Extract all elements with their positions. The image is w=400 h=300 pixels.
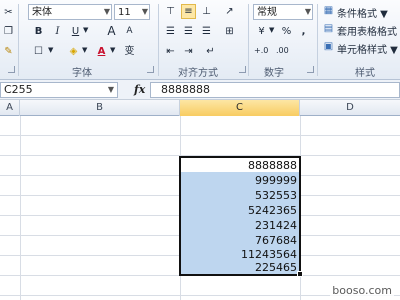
font-name-select[interactable]: 宋体 ▼	[28, 4, 112, 20]
insert-function-button[interactable]: fx	[134, 83, 145, 96]
formula-bar: C255 ▼ fx 8888888	[0, 80, 400, 100]
chevron-down-icon[interactable]: ▼	[269, 26, 274, 34]
cut-icon[interactable]: ✂	[1, 5, 16, 20]
group-label-font: 字体	[72, 68, 92, 79]
column-header-a[interactable]: A	[0, 100, 20, 116]
decrease-indent-icon[interactable]: ⇤	[163, 44, 178, 59]
fill-color-icon[interactable]: ◈	[66, 44, 81, 59]
phonetic-icon[interactable]: 变	[122, 44, 137, 59]
fill-handle[interactable]	[297, 271, 303, 277]
chevron-down-icon: ▼	[304, 7, 311, 16]
formula-input[interactable]: 8888888	[150, 82, 400, 98]
number-launcher-icon[interactable]	[307, 66, 314, 73]
cell-styles-icon: ▣	[323, 41, 334, 52]
bold-button[interactable]: B	[31, 24, 46, 39]
currency-icon[interactable]: ¥	[254, 24, 269, 39]
chevron-down-icon: ▼	[107, 85, 114, 94]
font-color-button[interactable]: A	[94, 44, 109, 59]
grid-line	[0, 135, 400, 136]
decrease-font-button[interactable]: A	[122, 24, 137, 39]
merge-center-icon[interactable]: ⊞	[222, 24, 237, 39]
clipboard-launcher-icon[interactable]	[8, 66, 15, 73]
watermark: booso.com	[330, 284, 394, 297]
copy-icon[interactable]: ❐	[1, 24, 16, 39]
number-format-select[interactable]: 常规 ▼	[253, 4, 313, 20]
border-icon[interactable]: ☐	[31, 44, 46, 59]
font-size-value: 11	[118, 7, 131, 18]
chevron-down-icon: ▼	[103, 7, 110, 16]
chevron-down-icon[interactable]: ▼	[83, 26, 88, 34]
decrease-decimal-icon[interactable]: .00	[276, 46, 289, 55]
conditional-format-label: 条件格式	[337, 9, 377, 20]
chevron-down-icon[interactable]: ▼	[48, 46, 53, 54]
conditional-format-button[interactable]: 条件格式 ▼	[337, 5, 388, 20]
group-separator	[158, 4, 159, 76]
increase-indent-icon[interactable]: ⇥	[181, 44, 196, 59]
increase-decimal-icon[interactable]: +.0	[254, 46, 268, 55]
align-middle-icon[interactable]: ≡	[181, 4, 196, 19]
increase-font-button[interactable]: A	[104, 24, 119, 39]
italic-button[interactable]: I	[50, 24, 65, 39]
comma-button[interactable]: ,	[296, 24, 311, 39]
orientation-icon[interactable]: ↗	[222, 4, 237, 19]
column-header-b[interactable]: B	[20, 100, 180, 116]
group-label-alignment: 对齐方式	[178, 68, 218, 79]
percent-button[interactable]: %	[279, 24, 294, 39]
underline-button[interactable]: U	[68, 24, 83, 39]
column-headers: A B C D	[0, 100, 400, 116]
number-format-value: 常规	[257, 7, 277, 18]
alignment-launcher-icon[interactable]	[239, 66, 246, 73]
align-left-icon[interactable]: ☰	[163, 24, 178, 39]
align-bottom-icon[interactable]: ⊥	[199, 4, 214, 19]
font-size-select[interactable]: 11 ▼	[114, 4, 150, 20]
table-format-button[interactable]: 套用表格格式	[337, 23, 397, 38]
align-top-icon[interactable]: ⊤	[163, 4, 178, 19]
table-format-icon: ▤	[323, 23, 334, 34]
cell-styles-button[interactable]: 单元格样式 ▼	[337, 41, 398, 56]
ribbon: ✂ ❐ ✎ 宋体 ▼ 11 ▼ B I U ▼ A A ☐ ▼ ◈ ▼ A ▼ …	[0, 0, 400, 80]
group-label-styles: 样式	[355, 68, 375, 79]
grid-line	[20, 116, 21, 300]
font-launcher-icon[interactable]	[147, 66, 154, 73]
align-right-icon[interactable]: ☰	[199, 24, 214, 39]
group-separator	[18, 4, 19, 76]
chevron-down-icon[interactable]: ▼	[110, 46, 115, 54]
align-center-icon[interactable]: ☰	[181, 24, 196, 39]
wrap-text-icon[interactable]: ↵	[203, 44, 218, 59]
column-header-c[interactable]: C	[180, 100, 300, 116]
selection-border	[179, 156, 301, 276]
chevron-down-icon: ▼	[141, 7, 148, 16]
column-header-d[interactable]: D	[300, 100, 400, 116]
format-painter-icon[interactable]: ✎	[1, 44, 16, 59]
group-label-number: 数字	[264, 68, 284, 79]
conditional-format-icon: ▦	[323, 5, 334, 16]
cell-styles-label: 单元格样式	[337, 45, 387, 56]
name-box[interactable]: C255 ▼	[0, 82, 118, 98]
name-box-value: C255	[4, 83, 33, 96]
chevron-down-icon[interactable]: ▼	[82, 46, 87, 54]
group-separator	[317, 4, 318, 76]
group-separator	[248, 4, 249, 76]
font-name-value: 宋体	[32, 7, 52, 18]
